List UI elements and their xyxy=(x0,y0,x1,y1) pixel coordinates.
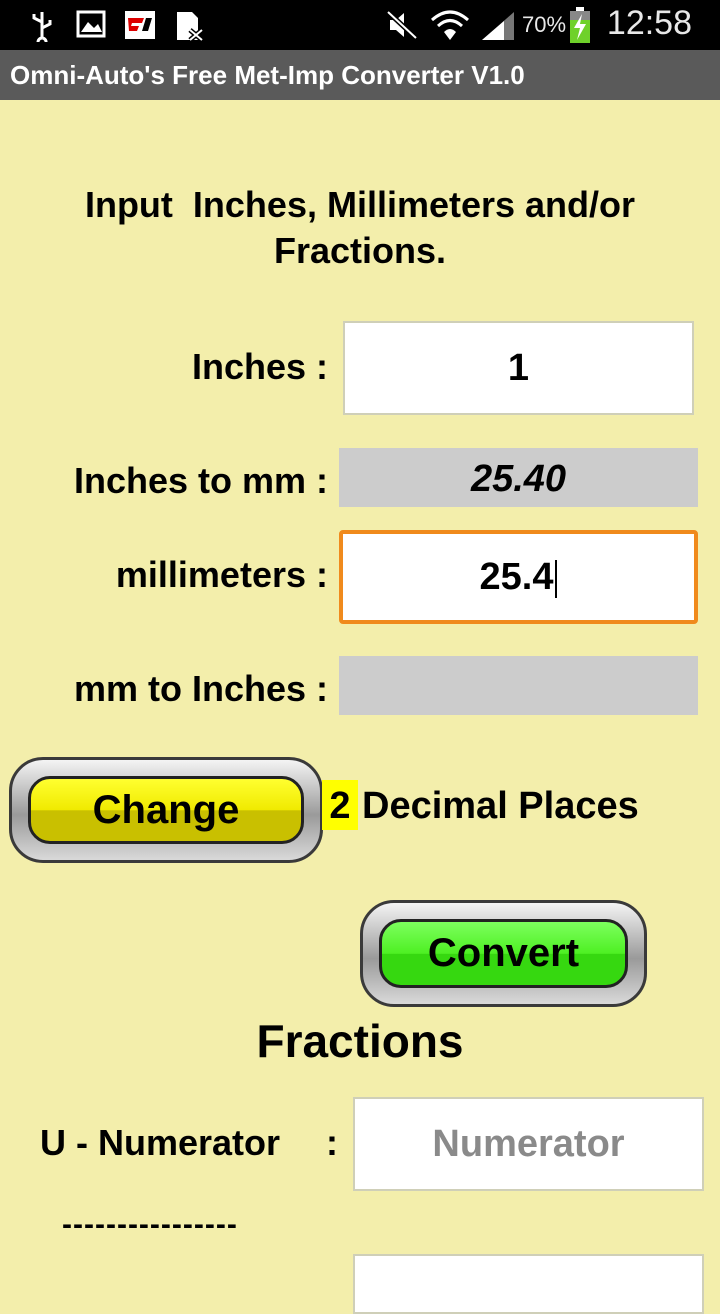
decimal-places-label: Decimal Places xyxy=(362,785,639,827)
change-decimal-button-face: Change xyxy=(28,776,304,844)
denominator-input[interactable] xyxy=(353,1254,704,1314)
image-icon xyxy=(76,10,106,38)
fractions-heading: Fractions xyxy=(256,1015,464,1067)
millimeters-input[interactable]: 25.4 xyxy=(339,530,698,624)
app-title: Omni-Auto's Free Met-Imp Converter V1.0 xyxy=(10,60,525,90)
sim-icon xyxy=(177,12,204,42)
app-title-bar: Omni-Auto's Free Met-Imp Converter V1.0 xyxy=(0,50,720,100)
inches-to-mm-label: Inches to mm : xyxy=(73,460,328,501)
instructions-line-2: Fractions. xyxy=(273,230,447,271)
millimeters-label: millimeters : xyxy=(115,554,328,595)
signal-icon xyxy=(482,12,514,40)
numerator-placeholder: Numerator xyxy=(432,1123,625,1165)
millimeters-value: 25.4 xyxy=(479,556,554,598)
inches-label: Inches : xyxy=(191,346,328,387)
mm-to-inches-label: mm to Inches : xyxy=(73,668,328,709)
change-decimal-button[interactable]: Change xyxy=(9,757,323,863)
inches-value: 1 xyxy=(507,347,530,389)
f1-app-icon xyxy=(125,11,155,39)
numerator-colon: : xyxy=(326,1122,338,1163)
status-bar: 70% 12:58 xyxy=(0,0,720,50)
numerator-label: U - Numerator xyxy=(40,1122,281,1163)
instructions: Input Inches, Millimeters and/or Fractio… xyxy=(0,182,720,274)
convert-button[interactable]: Convert xyxy=(360,900,647,1007)
usb-icon xyxy=(32,12,52,42)
inches-to-mm-value: 25.40 xyxy=(470,458,567,500)
inches-to-mm-output: 25.40 xyxy=(339,448,698,507)
text-cursor xyxy=(555,559,558,598)
convert-button-face: Convert xyxy=(379,919,628,988)
fraction-divider: ---------------- xyxy=(62,1208,238,1241)
numerator-input[interactable]: Numerator xyxy=(353,1097,704,1191)
mm-to-inches-output xyxy=(339,656,698,715)
mute-icon xyxy=(386,10,418,40)
battery-charging-icon xyxy=(570,7,590,43)
inches-input[interactable]: 1 xyxy=(343,321,694,415)
change-button-label: Change xyxy=(92,787,240,832)
wifi-icon xyxy=(431,10,469,40)
clock: 12:58 xyxy=(606,4,692,42)
battery-percent: 70% xyxy=(522,12,567,37)
convert-button-label: Convert xyxy=(427,931,580,975)
decimal-places-value: 2 xyxy=(322,780,358,830)
instructions-line-1: Input Inches, Millimeters and/or xyxy=(84,184,636,225)
